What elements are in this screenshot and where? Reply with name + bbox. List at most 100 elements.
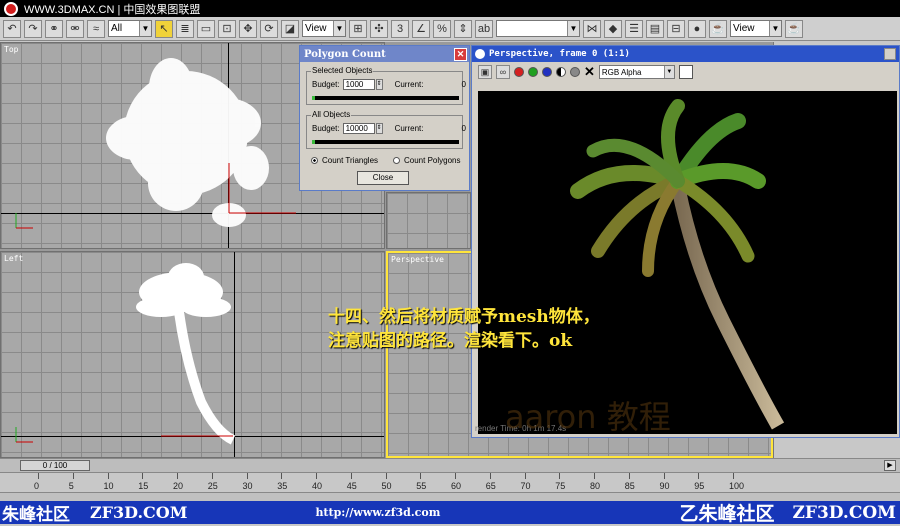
render-scene-icon[interactable]: ☕ — [709, 19, 727, 38]
site-header-bar: WWW.3DMAX.CN | 中国效果图联盟 — [0, 0, 900, 17]
all-budget-field[interactable]: 10000 — [342, 123, 375, 134]
select-by-name-icon[interactable]: ≣ — [176, 19, 194, 38]
time-slider[interactable]: 0 / 100 ▶ — [0, 458, 900, 472]
link-icon[interactable]: ⚭ — [45, 19, 63, 38]
footer-brand-en: ZF3D.COM — [90, 503, 188, 522]
track-tick-mark — [663, 473, 665, 479]
unlink-icon[interactable]: ⚮ — [66, 19, 84, 38]
track-tick-mark — [72, 473, 74, 479]
radio-selected-icon[interactable] — [311, 157, 318, 164]
track-tick-label: 50 — [381, 481, 392, 491]
curve-editor-icon[interactable]: ▤ — [646, 19, 664, 38]
track-bar[interactable]: 0 5 10 15 20 25 30 35 40 45 50 55 60 65 70 75 80 85 90 95 10… — [0, 472, 900, 492]
track-tick-label: 55 — [416, 481, 427, 491]
time-slider-thumb[interactable]: 0 / 100 — [20, 460, 90, 471]
track-tick-mark — [316, 473, 317, 479]
site-logo-icon — [4, 1, 18, 16]
render-title-bar[interactable]: Perspective, frame 0 (1:1) — [472, 46, 899, 62]
layer-manager-icon[interactable]: ☰ — [625, 19, 643, 38]
quick-render-icon[interactable]: ☕ — [785, 19, 803, 38]
rectangular-selection-icon[interactable]: ▭ — [197, 19, 215, 38]
track-tick-label: 25 — [207, 481, 218, 491]
render-frame-window: Perspective, frame 0 (1:1) ▣ ∞ ✕ RGB Alp… — [471, 45, 900, 438]
viewport-front[interactable] — [386, 192, 471, 249]
chevron-down-icon: ▼ — [769, 21, 781, 36]
render-title: Perspective, frame 0 (1:1) — [489, 49, 630, 59]
clone-icon[interactable]: ∞ — [496, 65, 510, 79]
track-tick-mark — [455, 473, 456, 479]
main-toolbar: ↶ ↷ ⚭ ⚮ ≈ All ▼ ↖ ≣ ▭ ⊡ ✥ ⟳ ◪ View ▼ ⊞ ✣ 3… — [0, 17, 900, 41]
blue-channel-icon[interactable] — [542, 67, 552, 77]
minimize-icon[interactable] — [884, 48, 896, 60]
align-icon[interactable]: ◆ — [604, 19, 622, 38]
track-tick-label: 20 — [173, 481, 184, 491]
clear-icon[interactable]: ✕ — [584, 64, 595, 80]
named-selection-dropdown[interactable]: ▼ — [496, 20, 580, 37]
track-tick-mark — [281, 473, 283, 479]
alpha-channel-icon[interactable] — [556, 67, 566, 77]
render-window-icon — [475, 49, 485, 59]
snap-3d-icon[interactable]: 3 — [391, 19, 409, 38]
spinner-arrows-icon[interactable]: ⇕ — [375, 79, 383, 90]
track-tick-mark — [559, 473, 561, 479]
track-tick-mark — [38, 473, 39, 479]
track-tick-mark — [524, 473, 526, 479]
footer-brand-cn: 朱峰社区 — [2, 505, 70, 525]
all-objects-group: All Objects Budget: 10000 ⇕ Current: 0 — [306, 110, 466, 149]
spinner-arrows-icon[interactable]: ⇕ — [375, 123, 383, 134]
reference-coordinate-dropdown[interactable]: View ▼ — [302, 20, 346, 37]
window-crossing-icon[interactable]: ⊡ — [218, 19, 236, 38]
count-triangles-option[interactable]: Count Triangles — [311, 156, 378, 165]
group-title: All Objects — [311, 110, 352, 119]
viewport-left[interactable]: Left — [0, 251, 385, 458]
current-label: Current: — [394, 80, 424, 89]
track-tick-label: 80 — [590, 481, 601, 491]
selected-budget-field[interactable]: 1000 — [342, 79, 375, 90]
material-editor-icon[interactable]: ● — [688, 19, 706, 38]
manipulate-icon[interactable]: ✣ — [370, 19, 388, 38]
radio-icon[interactable] — [393, 157, 400, 164]
bind-space-warp-icon[interactable]: ≈ — [87, 19, 105, 38]
track-tick-label: 65 — [485, 481, 496, 491]
rotate-icon[interactable]: ⟳ — [260, 19, 278, 38]
chevron-down-icon: ▼ — [333, 21, 345, 36]
group-title: Selected Objects — [311, 66, 374, 75]
monochrome-icon[interactable] — [570, 67, 580, 77]
track-tick-mark — [107, 473, 109, 479]
select-object-icon[interactable]: ↖ — [155, 19, 173, 38]
close-button[interactable]: Close — [357, 171, 409, 185]
chevron-down-icon: ▼ — [567, 21, 579, 36]
edit-named-selection-icon[interactable]: ab — [475, 19, 493, 38]
green-channel-icon[interactable] — [528, 67, 538, 77]
mirror-icon[interactable]: ⋈ — [583, 19, 601, 38]
save-icon[interactable]: ▣ — [478, 65, 492, 79]
track-tick-mark — [420, 473, 422, 479]
close-icon[interactable]: ✕ — [454, 47, 467, 61]
color-swatch[interactable] — [678, 65, 693, 79]
undo-icon[interactable]: ↶ — [3, 19, 21, 38]
track-tick-label: 45 — [346, 481, 357, 491]
track-tick-label: 70 — [520, 481, 531, 491]
redo-icon[interactable]: ↷ — [24, 19, 42, 38]
channel-dropdown[interactable]: RGB Alpha ▼ — [598, 65, 675, 79]
pivot-center-icon[interactable]: ⊞ — [349, 19, 367, 38]
track-tick-mark — [350, 473, 352, 479]
count-polygons-option[interactable]: Count Polygons — [393, 156, 460, 165]
render-type-dropdown[interactable]: View ▼ — [730, 20, 782, 37]
spinner-snap-icon[interactable]: ⇕ — [454, 19, 472, 38]
chevron-right-icon[interactable]: ▶ — [884, 460, 896, 471]
angle-snap-icon[interactable]: ∠ — [412, 19, 430, 38]
selection-filter-dropdown[interactable]: All ▼ — [108, 20, 152, 37]
dialog-title-bar[interactable]: Polygon Count ✕ — [300, 46, 469, 62]
red-channel-icon[interactable] — [514, 67, 524, 77]
track-tick-mark — [142, 473, 144, 479]
percent-snap-icon[interactable]: % — [433, 19, 451, 38]
track-tick-mark — [246, 473, 248, 479]
palm-tree-left-wireframe — [15, 263, 236, 445]
scale-icon[interactable]: ◪ — [281, 19, 299, 38]
footer-url[interactable]: http://www.zf3d.com — [315, 506, 440, 519]
schematic-view-icon[interactable]: ⊟ — [667, 19, 685, 38]
viewport-label: Perspective — [391, 255, 444, 264]
render-canvas — [478, 91, 897, 434]
move-icon[interactable]: ✥ — [239, 19, 257, 38]
